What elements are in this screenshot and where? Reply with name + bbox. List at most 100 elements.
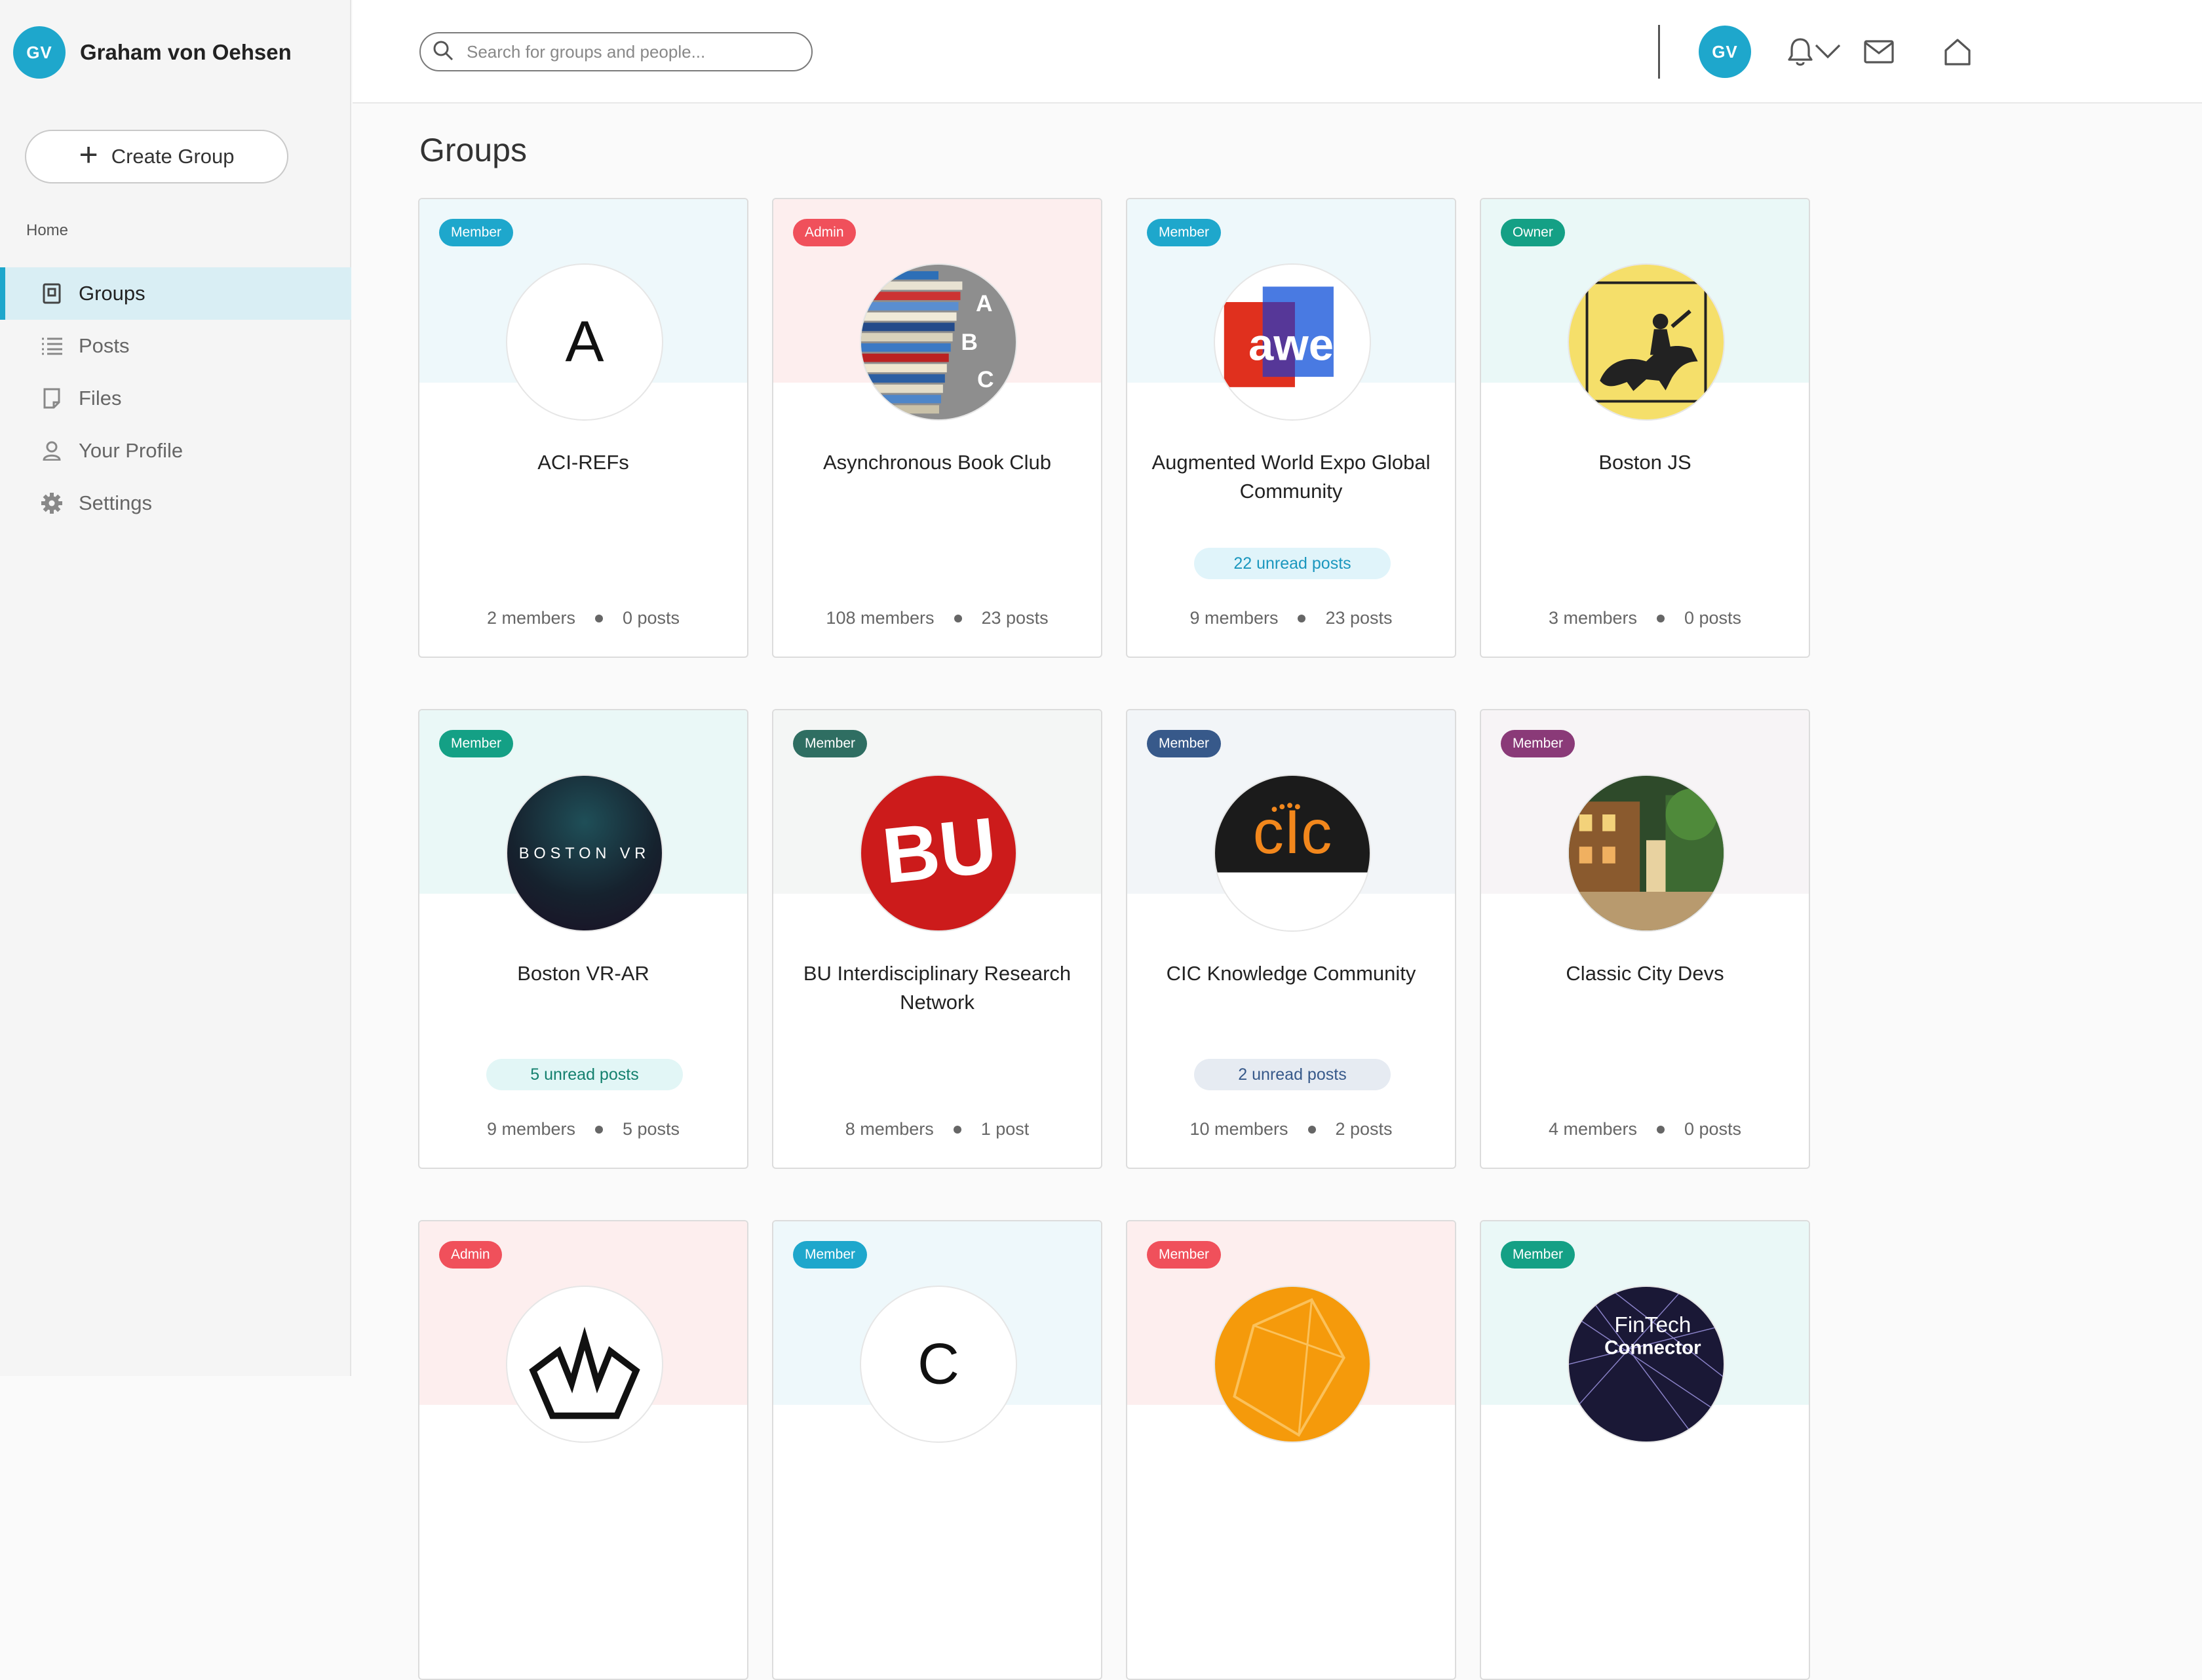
group-logo: A bbox=[506, 263, 663, 421]
group-logo: FinTech Connector bbox=[1568, 1286, 1725, 1443]
mail-icon[interactable] bbox=[1860, 33, 1898, 71]
member-count: 108 members bbox=[826, 608, 935, 628]
group-stats: 10 members 2 posts bbox=[1127, 1119, 1455, 1139]
person-icon bbox=[41, 440, 63, 462]
separator-dot bbox=[594, 1125, 603, 1134]
group-card[interactable]: Admin bbox=[418, 1220, 748, 1680]
user-avatar[interactable]: GV bbox=[13, 26, 66, 79]
svg-text:BOSTON VR: BOSTON VR bbox=[519, 845, 650, 862]
group-stats: 9 members 23 posts bbox=[1127, 608, 1455, 628]
group-stats: 8 members 1 post bbox=[773, 1119, 1101, 1139]
group-logo bbox=[1568, 774, 1725, 932]
sidebar-item-groups[interactable]: Groups bbox=[0, 267, 351, 320]
group-name[interactable]: Boston VR-AR bbox=[439, 959, 727, 988]
svg-text:cIc: cIc bbox=[1253, 798, 1332, 867]
group-name[interactable]: Classic City Devs bbox=[1501, 959, 1789, 988]
group-logo: C bbox=[860, 1286, 1017, 1443]
separator-dot bbox=[1298, 614, 1306, 622]
group-logo bbox=[506, 1286, 663, 1443]
group-name[interactable]: BU Interdisciplinary Research Network bbox=[793, 959, 1081, 1017]
group-logo: BOSTON VR bbox=[506, 774, 663, 932]
sidebar: GV Graham von Oehsen + Create Group Home… bbox=[0, 0, 351, 1376]
post-count: 0 posts bbox=[1684, 1119, 1742, 1139]
separator-dot bbox=[1307, 1125, 1316, 1134]
role-badge: Member bbox=[1501, 730, 1575, 757]
home-icon[interactable] bbox=[1939, 33, 1977, 71]
create-group-label: Create Group bbox=[111, 145, 235, 168]
group-logo bbox=[1568, 263, 1725, 421]
group-card[interactable]: Member awe Augmented World Expo Global Com… bbox=[1126, 198, 1456, 658]
file-icon bbox=[41, 387, 63, 410]
svg-text:awe: awe bbox=[1248, 320, 1334, 370]
chevron-down-icon[interactable] bbox=[1809, 33, 1847, 71]
plus-icon: + bbox=[79, 136, 98, 173]
top-header: GV bbox=[353, 0, 2202, 104]
separator-dot bbox=[953, 1125, 961, 1134]
unread-posts-pill[interactable]: 22 unread posts bbox=[1194, 548, 1391, 579]
search-box[interactable] bbox=[419, 32, 813, 71]
svg-text:A: A bbox=[976, 290, 993, 316]
svg-text:C: C bbox=[977, 366, 994, 392]
sidebar-item-label: Files bbox=[79, 387, 122, 410]
group-card[interactable]: Member FinTech Connector bbox=[1480, 1220, 1810, 1680]
home-link[interactable]: Home bbox=[26, 221, 68, 240]
user-name[interactable]: Graham von Oehsen bbox=[80, 40, 292, 65]
role-badge: Member bbox=[793, 730, 868, 757]
group-stats: 108 members 23 posts bbox=[773, 608, 1101, 628]
group-stats: 2 members 0 posts bbox=[419, 608, 747, 628]
separator-dot bbox=[1656, 1125, 1665, 1134]
member-count: 3 members bbox=[1548, 608, 1637, 628]
member-count: 8 members bbox=[845, 1119, 934, 1139]
role-badge: Admin bbox=[793, 219, 856, 246]
group-card[interactable]: Member BOSTON VR Boston VR-AR 5 unread post… bbox=[418, 709, 748, 1169]
member-count: 10 members bbox=[1189, 1119, 1288, 1139]
sidebar-item-posts[interactable]: Posts bbox=[0, 320, 351, 372]
user-profile[interactable]: GV Graham von Oehsen bbox=[13, 26, 292, 79]
group-logo bbox=[1214, 1286, 1371, 1443]
group-stats: 4 members 0 posts bbox=[1481, 1119, 1809, 1139]
group-name[interactable]: CIC Knowledge Community bbox=[1147, 959, 1435, 988]
sidebar-item-files[interactable]: Files bbox=[0, 372, 351, 425]
group-card[interactable]: Member Classic City Devs 4 members 0 posts bbox=[1480, 709, 1810, 1169]
role-badge: Member bbox=[793, 1241, 868, 1269]
group-logo: BU bbox=[860, 774, 1017, 932]
create-group-button[interactable]: + Create Group bbox=[25, 130, 288, 183]
group-stats: 3 members 0 posts bbox=[1481, 608, 1809, 628]
group-card[interactable]: Member bbox=[1126, 1220, 1456, 1680]
header-divider bbox=[1658, 25, 1660, 79]
member-count: 4 members bbox=[1548, 1119, 1637, 1139]
post-count: 23 posts bbox=[1325, 608, 1393, 628]
group-card[interactable]: Member C bbox=[772, 1220, 1102, 1680]
search-input[interactable] bbox=[465, 41, 796, 63]
svg-text:FinTech: FinTech bbox=[1614, 1313, 1691, 1337]
sidebar-item-label: Your Profile bbox=[79, 439, 184, 462]
group-name[interactable]: Asynchronous Book Club bbox=[793, 448, 1081, 477]
role-badge: Owner bbox=[1501, 219, 1565, 246]
group-name[interactable]: Augmented World Expo Global Community bbox=[1147, 448, 1435, 506]
role-badge: Member bbox=[1501, 1241, 1575, 1269]
gear-icon bbox=[41, 492, 63, 514]
post-count: 1 post bbox=[980, 1119, 1030, 1139]
group-card[interactable]: Admin A B C Asynchronous Book Club 108 member… bbox=[772, 198, 1102, 658]
group-card[interactable]: Member cIc CIC Knowledge Community 2 unread… bbox=[1126, 709, 1456, 1169]
header-avatar[interactable]: GV bbox=[1699, 26, 1751, 78]
search-icon bbox=[433, 40, 454, 64]
member-count: 9 members bbox=[1189, 608, 1279, 628]
group-logo: awe bbox=[1214, 263, 1371, 421]
sidebar-item-label: Groups bbox=[79, 282, 145, 305]
sidebar-item-label: Settings bbox=[79, 491, 153, 514]
list-icon bbox=[41, 335, 63, 357]
sidebar-item-your-profile[interactable]: Your Profile bbox=[0, 425, 351, 477]
unread-posts-pill[interactable]: 2 unread posts bbox=[1194, 1059, 1391, 1090]
member-count: 9 members bbox=[486, 1119, 575, 1139]
group-name[interactable]: ACI-REFs bbox=[439, 448, 727, 477]
group-card[interactable]: Member A ACI-REFs 2 members 0 posts bbox=[418, 198, 748, 658]
group-name[interactable]: Boston JS bbox=[1501, 448, 1789, 477]
group-card[interactable]: Owner Boston JS 3 members 0 posts bbox=[1480, 198, 1810, 658]
sidebar-item-settings[interactable]: Settings bbox=[0, 477, 351, 529]
unread-posts-pill[interactable]: 5 unread posts bbox=[486, 1059, 683, 1090]
group-card[interactable]: Member BU BU Interdisciplinary Research Ne… bbox=[772, 709, 1102, 1169]
group-logo: cIc bbox=[1214, 774, 1371, 932]
sidebar-nav: Groups Posts Files Your Profile Settings bbox=[0, 267, 351, 529]
groups-icon bbox=[41, 282, 63, 305]
